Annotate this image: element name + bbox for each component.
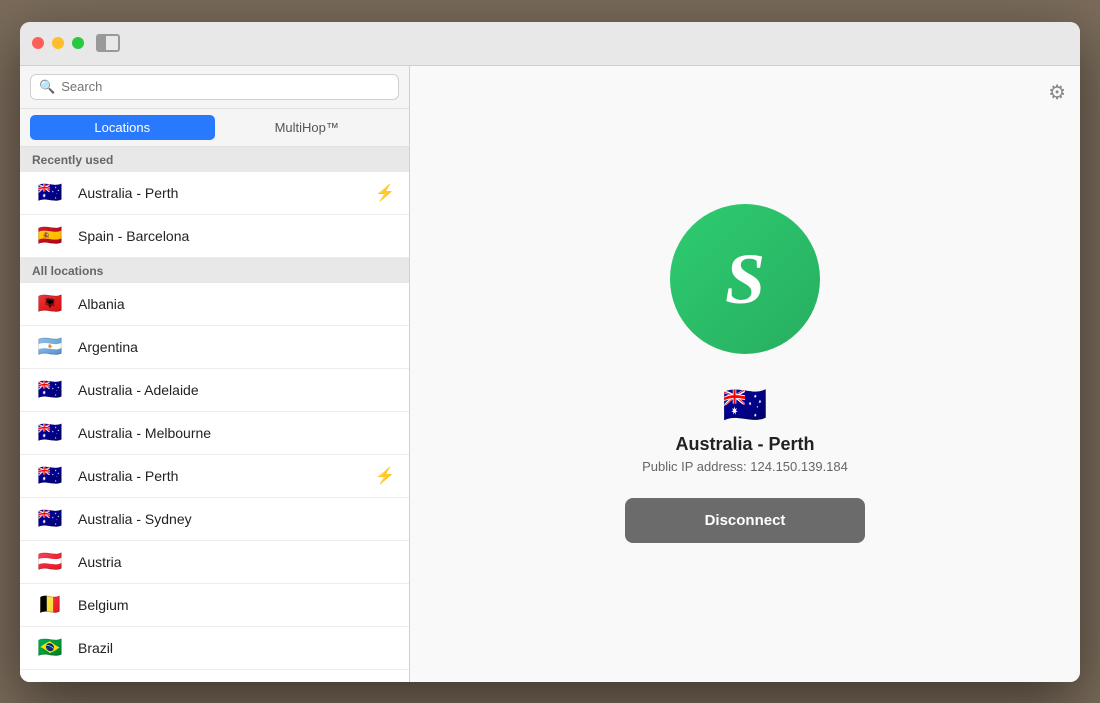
list-item[interactable]: 🇦🇺 Australia - Melbourne: [20, 412, 409, 455]
all-locations-header: All locations: [20, 258, 409, 283]
app-window: 🔍 Locations MultiHop™ Recently used 🇦🇺 A…: [20, 22, 1080, 682]
traffic-lights: [32, 37, 84, 49]
item-label: Australia - Melbourne: [78, 425, 395, 441]
flag-icon: 🇦🇺: [34, 379, 66, 401]
list-item[interactable]: 🇪🇸 Spain - Barcelona: [20, 215, 409, 258]
search-input[interactable]: [61, 79, 390, 94]
flag-icon: 🇦🇺: [34, 422, 66, 444]
minimize-button[interactable]: [52, 37, 64, 49]
tab-locations[interactable]: Locations: [30, 115, 215, 140]
list-item[interactable]: 🇦🇹 Austria: [20, 541, 409, 584]
flag-icon: 🇧🇷: [34, 637, 66, 659]
flag-icon: 🇦🇺: [34, 465, 66, 487]
flag-icon: 🇦🇹: [34, 551, 66, 573]
settings-button[interactable]: ⚙: [1048, 80, 1066, 105]
flag-icon: 🇦🇺: [34, 182, 66, 204]
logo-letter: S: [725, 243, 765, 315]
flag-icon: 🇦🇱: [34, 293, 66, 315]
close-button[interactable]: [32, 37, 44, 49]
sidebar-toggle-button[interactable]: [96, 34, 120, 52]
list-item[interactable]: 🇦🇺 Australia - Adelaide: [20, 369, 409, 412]
flag-icon: 🇧🇬: [34, 680, 66, 682]
list-item[interactable]: 🇦🇱 Albania: [20, 283, 409, 326]
item-label: Australia - Adelaide: [78, 382, 395, 398]
active-badge: ⚡: [375, 466, 395, 486]
tab-bar: Locations MultiHop™: [20, 109, 409, 147]
right-panel: ⚙ S 🇦🇺 Australia - Perth Public IP addre…: [410, 66, 1080, 682]
flag-icon: 🇧🇪: [34, 594, 66, 616]
tab-multihop[interactable]: MultiHop™: [215, 115, 400, 140]
active-badge: ⚡: [375, 183, 395, 203]
search-icon: 🔍: [39, 79, 55, 95]
list-item[interactable]: 🇦🇷 Argentina: [20, 326, 409, 369]
item-label: Australia - Perth: [78, 185, 363, 201]
item-label: Albania: [78, 296, 395, 312]
item-label: Australia - Perth: [78, 468, 363, 484]
item-label: Australia - Sydney: [78, 511, 395, 527]
recently-used-header: Recently used: [20, 147, 409, 172]
connected-location-name: Australia - Perth: [675, 434, 814, 455]
item-label: Belgium: [78, 597, 395, 613]
logo-circle: S: [670, 204, 820, 354]
main-content: 🔍 Locations MultiHop™ Recently used 🇦🇺 A…: [20, 66, 1080, 682]
center-content: S 🇦🇺 Australia - Perth Public IP address…: [410, 66, 1080, 682]
list-item[interactable]: 🇦🇺 Australia - Sydney: [20, 498, 409, 541]
item-label: Austria: [78, 554, 395, 570]
connected-ip-address: Public IP address: 124.150.139.184: [642, 459, 848, 474]
flag-icon: 🇦🇺: [34, 508, 66, 530]
item-label: Spain - Barcelona: [78, 228, 395, 244]
connected-flag: 🇦🇺: [723, 384, 768, 426]
search-bar: 🔍: [20, 66, 409, 109]
titlebar: [20, 22, 1080, 66]
list-item[interactable]: 🇦🇺 Australia - Perth ⚡: [20, 172, 409, 215]
flag-icon: 🇪🇸: [34, 225, 66, 247]
location-list: Recently used 🇦🇺 Australia - Perth ⚡ 🇪🇸 …: [20, 147, 409, 682]
sidebar: 🔍 Locations MultiHop™ Recently used 🇦🇺 A…: [20, 66, 410, 682]
list-item[interactable]: 🇧🇬 Bulgaria: [20, 670, 409, 682]
list-item[interactable]: 🇦🇺 Australia - Perth ⚡: [20, 455, 409, 498]
maximize-button[interactable]: [72, 37, 84, 49]
item-label: Brazil: [78, 640, 395, 656]
disconnect-button[interactable]: Disconnect: [625, 498, 866, 543]
item-label: Argentina: [78, 339, 395, 355]
list-item[interactable]: 🇧🇪 Belgium: [20, 584, 409, 627]
list-item[interactable]: 🇧🇷 Brazil: [20, 627, 409, 670]
search-input-wrap: 🔍: [30, 74, 399, 100]
flag-icon: 🇦🇷: [34, 336, 66, 358]
